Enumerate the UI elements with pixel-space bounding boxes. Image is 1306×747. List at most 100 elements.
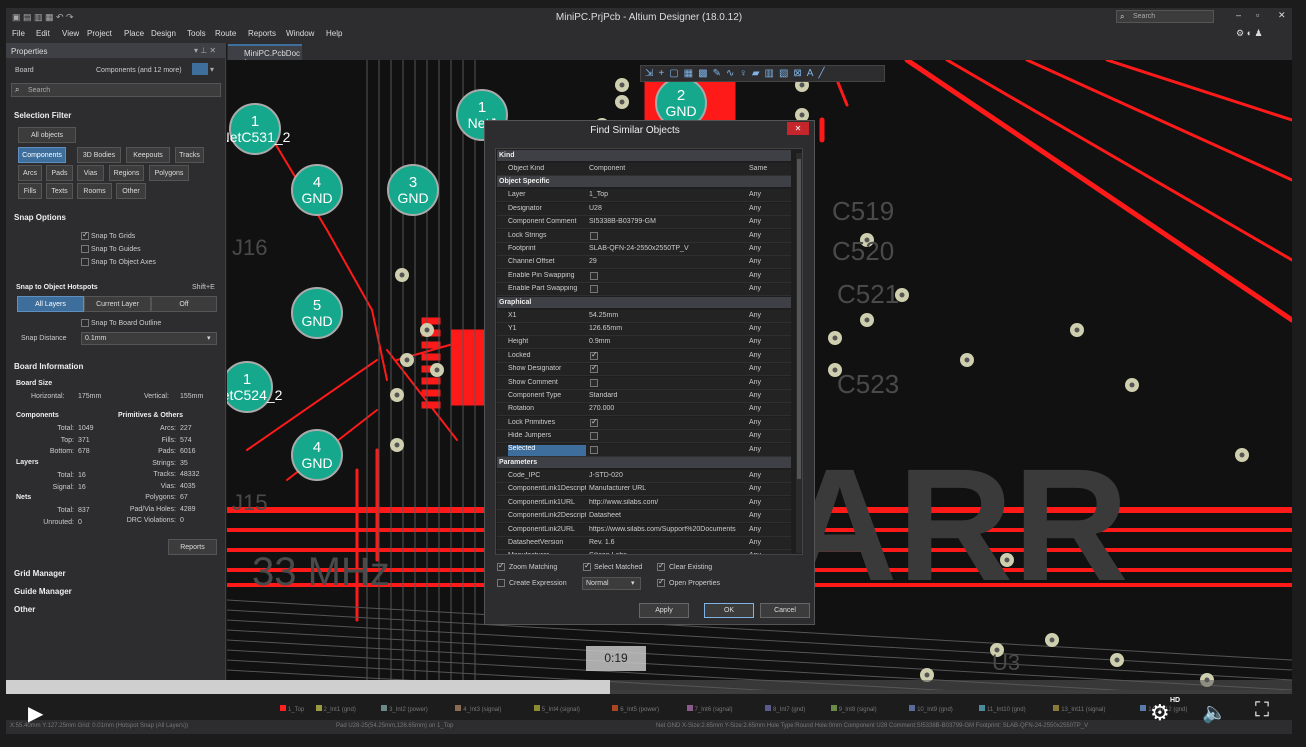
property-row[interactable]: Locked Any (497, 349, 791, 363)
match-mode[interactable]: Any (749, 258, 761, 265)
layer-tab[interactable]: 10_Int9 (gnd) (909, 705, 953, 713)
property-row[interactable]: Lock Strings Any (497, 229, 791, 243)
clear-existing-checkbox[interactable] (657, 561, 665, 571)
all-layers-button[interactable]: All Layers (17, 296, 84, 312)
property-row[interactable]: Component Type Standard Any (497, 390, 791, 403)
section-kind[interactable]: Kind (497, 150, 791, 161)
match-mode[interactable]: Any (749, 552, 761, 554)
menu-window[interactable]: Window (286, 29, 314, 38)
property-row[interactable]: Show Comment Any (497, 376, 791, 390)
property-checkbox[interactable] (590, 363, 598, 374)
match-mode[interactable]: Any (749, 472, 761, 479)
property-row[interactable]: ComponentLink2DescriptionDatasheet Any (497, 510, 791, 524)
property-row[interactable]: Component Comment SI5338B-B03799-GM Any (497, 216, 791, 230)
menu-help[interactable]: Help (326, 29, 342, 38)
layer-tab[interactable]: 7_Int6 (signal) (686, 705, 733, 713)
menu-file[interactable]: File (12, 29, 25, 38)
maximize-icon[interactable]: ▫ (1256, 10, 1259, 20)
menu-tools[interactable]: Tools (187, 29, 206, 38)
layer-tab[interactable]: 5_Int4 (signal) (533, 705, 580, 713)
match-mode[interactable]: Any (749, 392, 761, 399)
property-row[interactable]: Channel Offset 29 Any (497, 256, 791, 270)
apply-button[interactable]: Apply (639, 603, 689, 618)
match-mode[interactable]: Any (749, 485, 761, 492)
match-mode[interactable]: Any (749, 352, 761, 359)
property-checkbox[interactable] (590, 350, 598, 360)
match-mode[interactable]: Any (749, 191, 761, 198)
match-mode[interactable]: Any (749, 379, 761, 386)
match-mode[interactable]: Any (749, 312, 761, 319)
match-mode[interactable]: Any (749, 205, 761, 212)
property-row[interactable]: Code_IPC J-STD-020 Any (497, 470, 791, 483)
property-row[interactable]: Footprint SLAB-QFN-24-2550x2550TP_V Any (497, 243, 791, 256)
layer-tab[interactable]: 4_Int3 (signal) (455, 705, 501, 713)
video-progress-track[interactable] (6, 680, 1292, 694)
property-row[interactable]: Height 0.9mm Any (497, 336, 791, 350)
match-mode[interactable]: Any (749, 539, 761, 546)
open-properties-checkbox[interactable] (657, 577, 665, 587)
filter-tracks-button[interactable]: Tracks (175, 147, 204, 163)
layer-tab[interactable]: 8_Int7 (gnd) (765, 705, 805, 713)
property-checkbox[interactable] (590, 432, 598, 441)
section-grid-manager[interactable]: Grid Manager (14, 569, 66, 578)
ok-button[interactable]: OK (704, 603, 754, 618)
property-checkbox[interactable] (590, 378, 598, 387)
snap-axes-checkbox[interactable] (81, 258, 89, 266)
match-mode[interactable]: Any (749, 325, 761, 332)
create-expression-checkbox[interactable] (497, 579, 505, 587)
layer-tab[interactable]: 13_Int11 (signal) (1053, 705, 1105, 713)
layer-tab[interactable]: 11_Int10 (gnd) (979, 705, 1026, 713)
zoom-matching-checkbox[interactable] (497, 561, 505, 571)
play-icon[interactable]: ▶ (28, 701, 43, 726)
property-row[interactable]: Designator U28 Any (497, 202, 791, 216)
property-checkbox[interactable] (590, 231, 598, 240)
filter-icon[interactable] (192, 63, 208, 75)
property-row[interactable]: X1 54.25mm Any (497, 309, 791, 323)
property-row[interactable]: ComponentLink2URL https://www.silabs.com/… (497, 523, 791, 537)
mode-select[interactable]: Normal ▾ (582, 577, 641, 590)
section-selection-filter[interactable]: Selection Filter (14, 111, 71, 120)
filter-pads-button[interactable]: Pads (46, 165, 73, 181)
match-mode[interactable]: Any (749, 365, 761, 372)
snap-guides-checkbox[interactable] (81, 245, 89, 253)
match-mode[interactable]: Same (749, 165, 767, 172)
reports-button[interactable]: Reports (168, 539, 217, 555)
filter-arcs-button[interactable]: Arcs (18, 165, 42, 181)
property-row[interactable]: Enable Pin Swapping Any (497, 269, 791, 283)
property-row[interactable]: Layer 1_Top Any (497, 189, 791, 203)
match-mode[interactable]: Any (749, 272, 761, 279)
section-board-information[interactable]: Board Information (14, 362, 83, 371)
layer-tab[interactable]: 2_Int1 (gnd) (315, 705, 356, 713)
panel-search-input[interactable]: ⌕ Search (11, 83, 221, 97)
layer-tab[interactable]: 1_Top (280, 705, 304, 713)
snap-board-outline-checkbox[interactable] (81, 319, 89, 327)
property-row[interactable]: Rotation 270.000 Any (497, 403, 791, 417)
search-input[interactable]: ⌕ Search (1116, 10, 1214, 23)
filter-vias-button[interactable]: Vias (77, 165, 104, 181)
match-mode[interactable]: Any (749, 419, 761, 426)
menu-reports[interactable]: Reports (248, 29, 276, 38)
layer-tab[interactable]: 3_Int2 (power) (381, 705, 428, 713)
match-mode[interactable]: Any (749, 285, 761, 292)
snap-distance-select[interactable]: 0.1mm ▾ (81, 332, 217, 345)
property-checkbox[interactable] (590, 445, 598, 454)
match-mode[interactable]: Any (749, 499, 761, 506)
filter-regions-button[interactable]: Regions (109, 165, 144, 181)
fullscreen-icon[interactable]: ⛶ (1255, 699, 1269, 722)
panel-pin-icon[interactable]: ▾ ⊥ ✕ (194, 46, 216, 55)
menu-route[interactable]: Route (215, 29, 236, 38)
match-mode[interactable]: Any (749, 405, 761, 412)
match-mode[interactable]: Any (749, 232, 761, 239)
section-other[interactable]: Other (14, 605, 35, 614)
match-mode[interactable]: Any (749, 245, 761, 252)
snap-grids-checkbox[interactable] (81, 230, 89, 240)
cancel-button[interactable]: Cancel (760, 603, 810, 618)
filter-polygons-button[interactable]: Polygons (149, 165, 189, 181)
off-button[interactable]: Off (151, 296, 217, 312)
property-row[interactable]: DatasheetVersion Rev. 1.6 Any (497, 537, 791, 550)
menu-project[interactable]: Project (87, 29, 112, 38)
close-icon[interactable]: ✕ (1278, 10, 1286, 21)
property-row[interactable]: Object Kind Component Same (497, 163, 791, 176)
section-object-specific[interactable]: Object Specific (497, 176, 791, 188)
section-parameters[interactable]: Parameters (497, 457, 791, 468)
